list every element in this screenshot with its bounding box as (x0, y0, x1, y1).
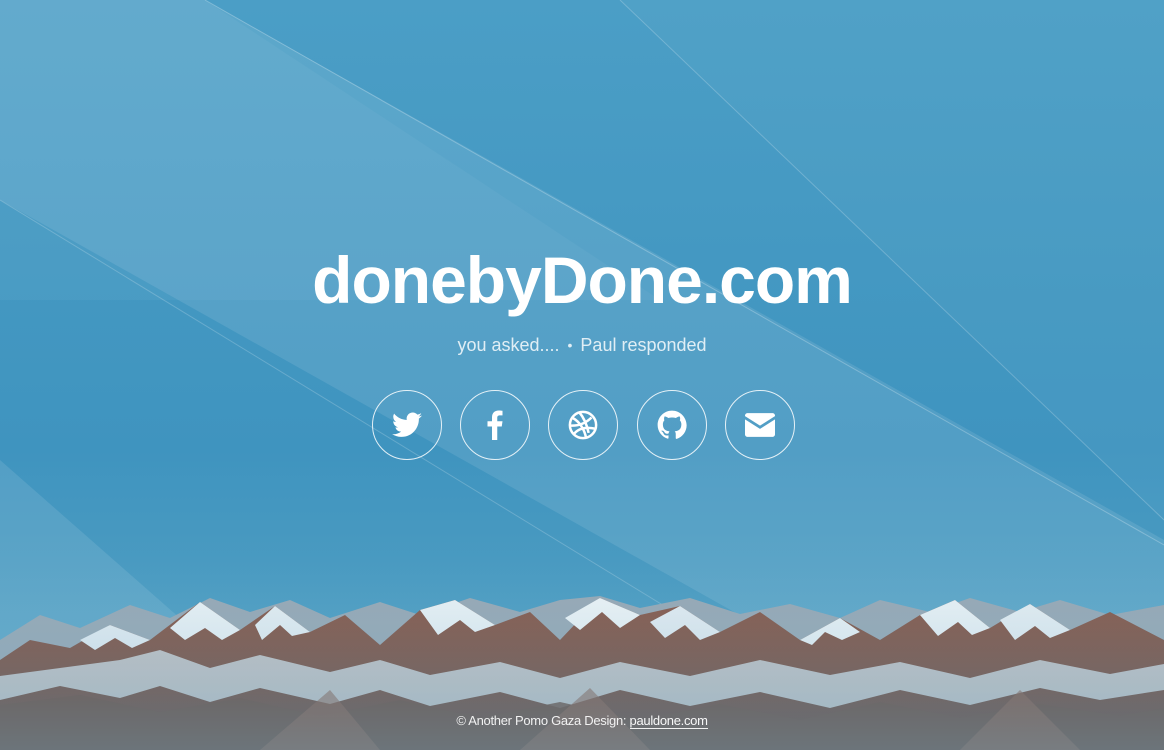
tagline-right: Paul responded (580, 335, 707, 355)
landing-content: donebyDone.com you asked.... • Paul respon… (0, 0, 1164, 750)
twitter-button[interactable] (372, 390, 442, 460)
facebook-button[interactable] (460, 390, 530, 460)
dribbble-icon (568, 410, 598, 440)
social-links (372, 390, 802, 460)
tagline-separator: • (567, 337, 573, 353)
github-icon (657, 410, 687, 439)
site-title: donebyDone.com (312, 243, 853, 317)
twitter-icon (392, 412, 422, 437)
email-button[interactable] (725, 390, 795, 460)
footer-link[interactable]: pauldone.com (629, 713, 708, 729)
envelope-icon (745, 413, 775, 437)
facebook-icon (487, 410, 503, 440)
dribbble-button[interactable] (548, 390, 618, 460)
tagline-left: you asked.... (457, 335, 560, 355)
footer: © Another Pomo Gaza Design: pauldone.com (0, 711, 1164, 731)
tagline: you asked.... • Paul responded (0, 333, 1164, 357)
github-button[interactable] (637, 390, 707, 460)
footer-credit: © Another Pomo Gaza Design: (456, 713, 630, 728)
